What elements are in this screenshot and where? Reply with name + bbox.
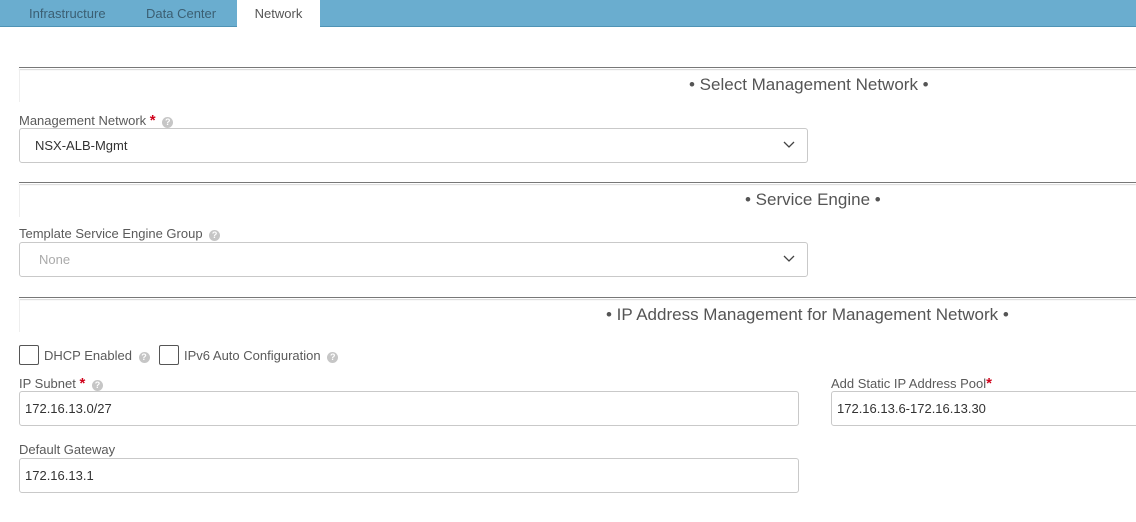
help-icon[interactable]: ?: [91, 380, 103, 391]
ip-subnet-label-text: IP Subnet: [19, 376, 76, 391]
management-network-label: Management Network * ?: [19, 112, 174, 129]
static-ip-pool-label: Add Static IP Address Pool*: [831, 375, 992, 392]
ip-subnet-input[interactable]: 172.16.13.0/27: [19, 391, 799, 426]
default-gateway-input[interactable]: 172.16.13.1: [19, 458, 799, 493]
template-se-group-select[interactable]: None: [19, 242, 808, 277]
section-divider: [19, 182, 1136, 184]
management-network-select[interactable]: NSX-ALB-Mgmt: [19, 128, 808, 163]
management-network-value: NSX-ALB-Mgmt: [35, 138, 128, 153]
dhcp-enabled-label: DHCP Enabled ?: [44, 348, 150, 363]
ipv6-auto-config-label-text: IPv6 Auto Configuration: [184, 348, 321, 363]
section-divider: [19, 297, 1136, 299]
section-title-management: • Select Management Network •: [689, 75, 929, 94]
help-icon[interactable]: ?: [327, 352, 339, 363]
dhcp-enabled-label-text: DHCP Enabled: [44, 348, 132, 363]
template-se-group-value: None: [39, 252, 71, 267]
section-divider-edge: [19, 299, 20, 332]
default-gateway-label: Default Gateway: [19, 442, 116, 457]
template-se-group-label-text: Template Service Engine Group: [19, 226, 203, 241]
section-title-service-engine: • Service Engine •: [745, 190, 881, 209]
static-ip-pool-input[interactable]: 172.16.13.6-172.16.13.30: [831, 391, 1136, 426]
help-icon[interactable]: ?: [138, 352, 150, 363]
chevron-down-icon: [783, 141, 795, 148]
ipv6-auto-config-checkbox[interactable]: [159, 345, 179, 365]
help-icon[interactable]: ?: [162, 117, 174, 128]
tab-infrastructure[interactable]: Infrastructure: [29, 0, 106, 27]
required-asterisk: *: [149, 112, 156, 129]
tab-network[interactable]: Network: [237, 0, 320, 28]
required-asterisk: *: [79, 375, 86, 392]
static-ip-pool-label-text: Add Static IP Address Pool: [831, 376, 987, 391]
section-divider: [19, 67, 1136, 69]
section-divider-edge: [19, 184, 20, 217]
management-network-label-text: Management Network: [19, 113, 147, 128]
tab-data-center[interactable]: Data Center: [146, 0, 216, 27]
section-title-ipam: • IP Address Management for Management N…: [606, 305, 1009, 324]
dhcp-enabled-checkbox[interactable]: [19, 345, 39, 365]
ipv6-auto-config-label: IPv6 Auto Configuration ?: [184, 348, 339, 363]
help-icon[interactable]: ?: [209, 230, 221, 241]
wizard-tab-bar: Infrastructure Data Center Network: [0, 0, 1136, 28]
template-se-group-label: Template Service Engine Group ?: [19, 226, 221, 241]
section-divider-edge: [19, 69, 20, 102]
required-asterisk: *: [986, 375, 992, 392]
chevron-down-icon: [783, 255, 795, 262]
ip-subnet-label: IP Subnet * ?: [19, 375, 103, 392]
